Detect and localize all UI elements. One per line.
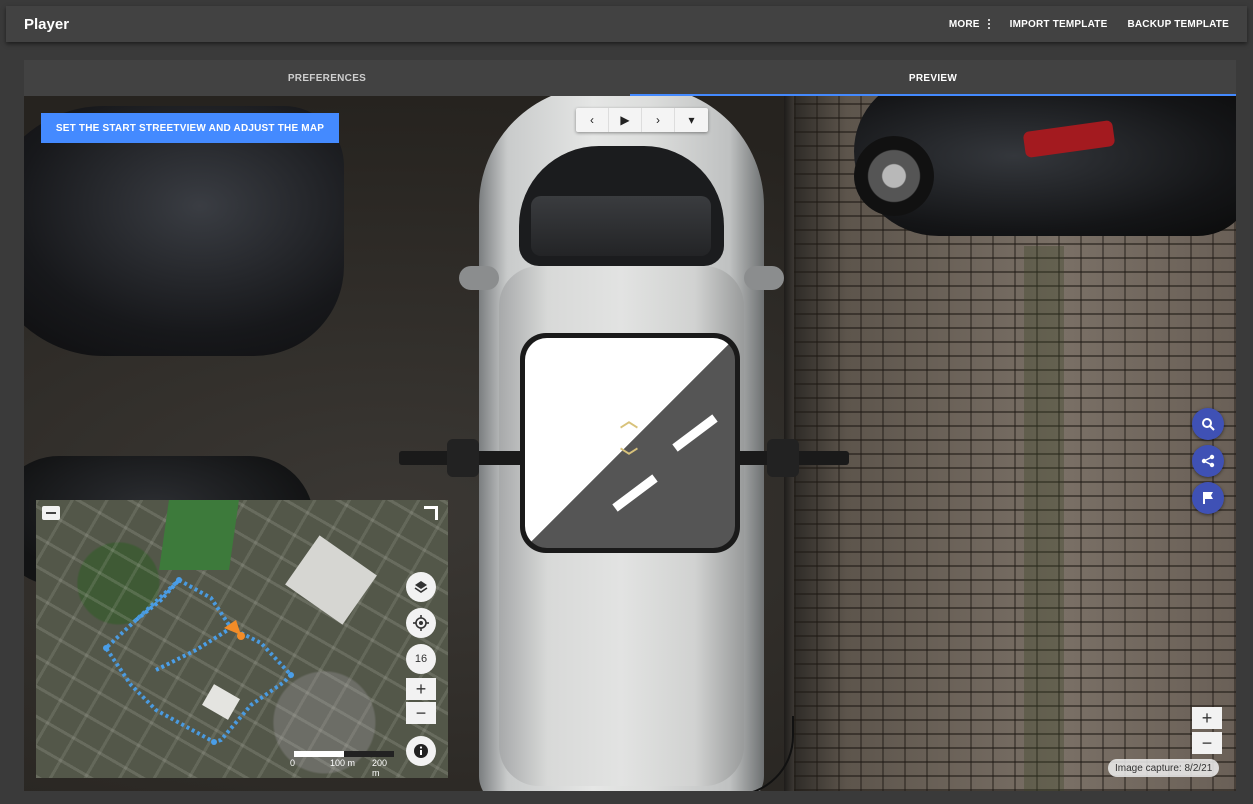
report-button[interactable]: [1192, 482, 1224, 514]
options-dropdown-button[interactable]: ▾: [675, 108, 708, 132]
compass-road-icon: [525, 338, 735, 548]
map-zoom-out-button[interactable]: −: [406, 702, 436, 724]
scale-mid: 100 m: [330, 758, 356, 768]
route-path: [103, 577, 294, 745]
more-menu-button[interactable]: MORE: [949, 19, 990, 30]
play-button[interactable]: ▶: [609, 108, 642, 132]
app-title: Player: [24, 15, 70, 33]
toolbar-actions: MORE IMPORT TEMPLATE BACKUP TEMPLATE: [949, 19, 1229, 30]
dropdown-icon: ▾: [688, 113, 695, 127]
map-zoom-level: 16: [406, 644, 436, 674]
chevron-left-icon: ‹: [590, 113, 594, 127]
camera-mount-knob-right: [767, 439, 799, 477]
play-icon: ▶: [620, 113, 630, 127]
search-button[interactable]: [1192, 408, 1224, 440]
scale-start: 0: [290, 758, 296, 768]
layers-icon: [414, 581, 428, 593]
tab-preview[interactable]: PREVIEW: [630, 60, 1236, 96]
player-card: PREFERENCES PREVIEW ︿ ﹀ ‹ ▶ › ▾ SET THE …: [24, 60, 1236, 791]
scale-bar: [294, 751, 394, 757]
move-backward-icon[interactable]: ﹀: [620, 448, 638, 466]
player-controls: ‹ ▶ › ▾: [576, 108, 708, 132]
camera-cable: [594, 716, 794, 791]
car-windshield: [531, 196, 711, 256]
navigation-compass[interactable]: ︿ ﹀: [520, 333, 740, 553]
chevron-right-icon: ›: [656, 113, 660, 127]
previous-button[interactable]: ‹: [576, 108, 609, 132]
flag-icon: [1203, 492, 1213, 504]
compass-face: ︿ ﹀: [525, 338, 735, 548]
map-info-button[interactable]: [406, 736, 436, 766]
mini-map[interactable]: 16 + − 0 100 m 200 m: [36, 500, 448, 778]
tab-bar: PREFERENCES PREVIEW: [24, 60, 1236, 96]
parked-car-left: [24, 106, 344, 356]
car-mirror-left: [459, 266, 499, 290]
set-start-streetview-button[interactable]: SET THE START STREETVIEW AND ADJUST THE …: [41, 113, 339, 143]
camera-mount-knob-left: [447, 439, 479, 477]
map-zoom-in-button[interactable]: +: [406, 678, 436, 700]
search-icon: [1202, 418, 1215, 431]
import-template-button[interactable]: IMPORT TEMPLATE: [1010, 19, 1108, 30]
image-capture-date: Image capture: 8/2/21: [1108, 759, 1220, 777]
my-location-button[interactable]: [406, 608, 436, 638]
info-icon: [414, 744, 428, 758]
share-icon: [1201, 454, 1215, 468]
map-scale: 0 100 m 200 m: [290, 748, 394, 778]
map-layers-button[interactable]: [406, 572, 436, 602]
scale-end: 200 m: [372, 758, 388, 778]
more-vert-icon: [987, 19, 990, 29]
share-button[interactable]: [1192, 445, 1224, 477]
move-forward-icon[interactable]: ︿: [620, 412, 638, 430]
streetview-zoom-in-button[interactable]: +: [1192, 707, 1222, 729]
more-label: MORE: [948, 18, 980, 30]
streetview-viewport[interactable]: ︿ ﹀ ‹ ▶ › ▾ SET THE START STREETVIEW AND…: [24, 96, 1236, 791]
minimize-map-button[interactable]: [42, 506, 60, 520]
tab-preferences[interactable]: PREFERENCES: [24, 60, 630, 96]
expand-map-icon[interactable]: [424, 506, 438, 520]
next-button[interactable]: ›: [642, 108, 675, 132]
car-wheel: [854, 136, 934, 216]
app-bar: Player MORE IMPORT TEMPLATE BACKUP TEMPL…: [6, 6, 1247, 42]
crosshair-icon: [413, 615, 429, 631]
streetview-zoom-out-button[interactable]: −: [1192, 732, 1222, 754]
car-mirror-right: [744, 266, 784, 290]
grass-strip: [1024, 246, 1064, 791]
backup-template-button[interactable]: BACKUP TEMPLATE: [1127, 19, 1229, 30]
